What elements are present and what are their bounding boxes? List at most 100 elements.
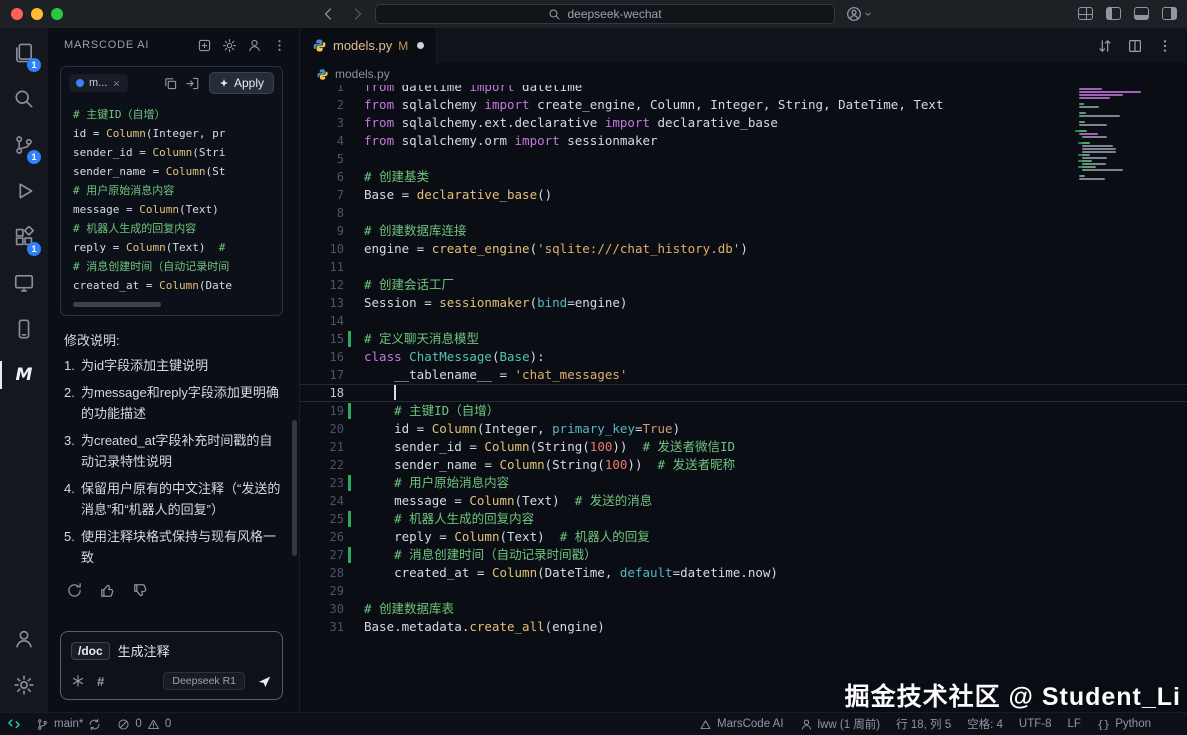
history-forward-icon[interactable] xyxy=(350,6,366,22)
remote-indicator[interactable] xyxy=(0,713,28,735)
indentation-indicator[interactable]: 空格: 4 xyxy=(959,713,1011,735)
slash-command-chip[interactable]: /doc xyxy=(71,642,110,660)
chat-input-box[interactable]: /doc 生成注释 # Deepseek R1 xyxy=(60,631,283,700)
regenerate-icon[interactable] xyxy=(66,582,83,599)
chat-input-text[interactable]: 生成注释 xyxy=(118,641,170,660)
code-line[interactable]: 26 reply = Column(Text) # 机器人的回复 xyxy=(300,528,1187,546)
more-actions-icon[interactable] xyxy=(1157,38,1173,54)
sidebar-item-marscode-ai[interactable]: M xyxy=(0,352,48,398)
account-button[interactable] xyxy=(0,616,48,662)
gear-icon[interactable] xyxy=(222,38,237,53)
maximize-window-button[interactable] xyxy=(51,8,63,20)
copy-code-icon[interactable] xyxy=(163,76,178,91)
code-line[interactable]: 29 xyxy=(300,582,1187,600)
code-line[interactable]: 15# 定义聊天消息模型 xyxy=(300,330,1187,348)
code-line[interactable]: 17 __tablename__ = 'chat_messages' xyxy=(300,366,1187,384)
git-blame-status[interactable]: lww (1 周前) xyxy=(792,713,889,735)
code-line[interactable]: 8 xyxy=(300,204,1187,222)
code-line[interactable]: 18 xyxy=(300,384,1187,402)
code-line[interactable]: 7Base = declarative_base() xyxy=(300,186,1187,204)
code-line[interactable]: 1from datetime import datetime xyxy=(300,85,1187,96)
new-chat-icon[interactable] xyxy=(197,38,212,53)
minimap[interactable] xyxy=(1079,88,1171,181)
code-editor[interactable]: 1from datetime import datetime2from sqla… xyxy=(300,85,1187,712)
unsaved-dot-icon[interactable] xyxy=(417,42,424,49)
code-line[interactable]: 14 xyxy=(300,312,1187,330)
marscode-status[interactable]: MarsCode AI xyxy=(691,713,791,735)
response-actions xyxy=(66,582,299,599)
problems-indicator[interactable]: 0 0 xyxy=(109,713,179,735)
code-line[interactable]: 6# 创建基类 xyxy=(300,168,1187,186)
toggle-secondary-sidebar-icon[interactable] xyxy=(1162,7,1177,20)
panel-horizontal-scrollbar[interactable] xyxy=(73,302,270,307)
code-line[interactable]: 12# 创建会话工厂 xyxy=(300,276,1187,294)
breadcrumb[interactable]: models.py xyxy=(300,63,1187,85)
minimap-line xyxy=(1079,175,1085,177)
code-line[interactable]: 24 message = Column(Text) # 发送的消息 xyxy=(300,492,1187,510)
sidebar-item-device-preview[interactable] xyxy=(0,306,48,352)
minimap-line xyxy=(1079,97,1110,99)
code-line[interactable]: 27 # 消息创建时间（自动记录时间戳） xyxy=(300,546,1187,564)
skills-icon[interactable] xyxy=(71,674,85,688)
sidebar-scrollbar[interactable] xyxy=(292,420,297,556)
suggestion-file-chip[interactable]: m... xyxy=(69,74,128,92)
line-number: 20 xyxy=(300,420,344,438)
code-line[interactable]: 13Session = sessionmaker(bind=engine) xyxy=(300,294,1187,312)
account-menu-button[interactable] xyxy=(846,6,873,22)
code-line[interactable]: 31Base.metadata.create_all(engine) xyxy=(300,618,1187,636)
split-editor-icon[interactable] xyxy=(1127,38,1143,54)
sidebar-item-run-debug[interactable] xyxy=(0,168,48,214)
toggle-changes-icon[interactable] xyxy=(1097,38,1113,54)
minimap-line xyxy=(1079,178,1105,180)
code-line[interactable]: 16class ChatMessage(Base): xyxy=(300,348,1187,366)
code-line[interactable]: 25 # 机器人生成的回复内容 xyxy=(300,510,1187,528)
profile-icon[interactable] xyxy=(247,38,262,53)
eol-indicator[interactable]: LF xyxy=(1060,713,1089,735)
thumbs-up-icon[interactable] xyxy=(99,582,116,599)
code-line[interactable]: 3from sqlalchemy.ext.declarative import … xyxy=(300,114,1187,132)
send-icon[interactable] xyxy=(257,674,272,689)
apply-label: Apply xyxy=(234,76,264,90)
code-line[interactable]: 30# 创建数据库表 xyxy=(300,600,1187,618)
code-line[interactable]: 23 # 用户原始消息内容 xyxy=(300,474,1187,492)
context-hash-icon[interactable]: # xyxy=(97,674,104,689)
model-selector[interactable]: Deepseek R1 xyxy=(163,672,245,690)
marscode-ai-sidebar: MARSCODE AI m... Apply xyxy=(48,28,300,712)
thumbs-down-icon[interactable] xyxy=(132,582,149,599)
sidebar-item-explorer[interactable]: 1 xyxy=(0,30,48,76)
settings-button[interactable] xyxy=(0,662,48,708)
command-center-search[interactable]: deepseek-wechat xyxy=(375,4,835,24)
history-back-icon[interactable] xyxy=(320,6,336,22)
code-line[interactable]: 22 sender_name = Column(String(100)) # 发… xyxy=(300,456,1187,474)
branch-indicator[interactable]: main* xyxy=(28,713,109,735)
code-line[interactable]: 9# 创建数据库连接 xyxy=(300,222,1187,240)
customize-layout-icon[interactable] xyxy=(1078,7,1093,20)
code-text: # 创建基类 xyxy=(356,168,429,186)
tab-models-py[interactable]: models.py M xyxy=(300,28,437,63)
code-line[interactable]: 2from sqlalchemy import create_engine, C… xyxy=(300,96,1187,114)
toggle-sidebar-icon[interactable] xyxy=(1106,7,1121,20)
close-icon[interactable] xyxy=(112,79,121,88)
minimize-window-button[interactable] xyxy=(31,8,43,20)
code-line[interactable]: 21 sender_id = Column(String(100)) # 发送者… xyxy=(300,438,1187,456)
code-line[interactable]: 4from sqlalchemy.orm import sessionmaker xyxy=(300,132,1187,150)
code-line[interactable]: 28 created_at = Column(DateTime, default… xyxy=(300,564,1187,582)
code-line[interactable]: 11 xyxy=(300,258,1187,276)
code-line[interactable]: 10engine = create_engine('sqlite:///chat… xyxy=(300,240,1187,258)
sidebar-item-source-control[interactable]: 1 xyxy=(0,122,48,168)
more-actions-icon[interactable] xyxy=(272,38,287,53)
close-window-button[interactable] xyxy=(11,8,23,20)
sidebar-item-remote-explorer[interactable] xyxy=(0,260,48,306)
code-line[interactable]: 5 xyxy=(300,150,1187,168)
insert-code-icon[interactable] xyxy=(185,76,200,91)
code-line[interactable]: 20 id = Column(Integer, primary_key=True… xyxy=(300,420,1187,438)
toggle-panel-icon[interactable] xyxy=(1134,7,1149,20)
language-indicator[interactable]: {} Python xyxy=(1089,713,1159,735)
cursor-position[interactable]: 行 18, 列 5 xyxy=(888,713,959,735)
encoding-indicator[interactable]: UTF-8 xyxy=(1011,713,1060,735)
apply-button[interactable]: Apply xyxy=(209,72,274,94)
sidebar-item-extensions[interactable]: 1 xyxy=(0,214,48,260)
sidebar-item-search[interactable] xyxy=(0,76,48,122)
gutter-change-indicator xyxy=(344,474,356,492)
code-line[interactable]: 19 # 主键ID（自增） xyxy=(300,402,1187,420)
